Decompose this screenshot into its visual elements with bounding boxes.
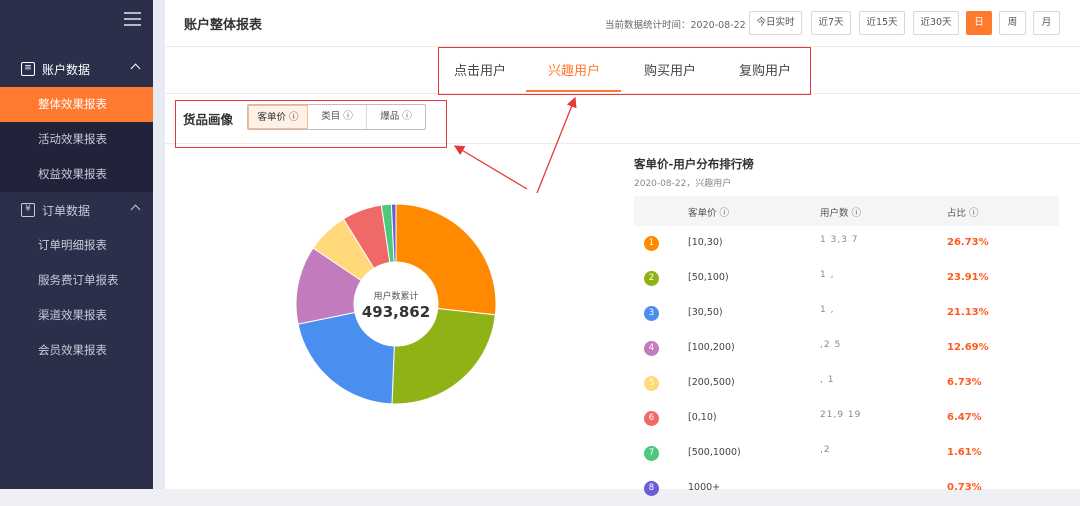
sidebar-item-overall[interactable]: 整体效果报表 (0, 87, 153, 122)
share-percent: 6.47% (947, 412, 982, 423)
price-range: [100,200) (688, 342, 735, 353)
price-range: 1000+ (688, 482, 721, 493)
share-percent: 12.69% (947, 342, 989, 353)
ranking-subtitle: 2020-08-22，兴趣用户 (634, 179, 732, 189)
share-percent: 6.73% (947, 377, 982, 388)
sidebar-item-channel[interactable]: 渠道效果报表 (0, 298, 153, 333)
rank-badge: 5 (644, 376, 659, 391)
share-percent: 21.13% (947, 307, 989, 318)
range-30d-button[interactable]: 近30天 (913, 11, 959, 35)
price-range: [0,10) (688, 412, 717, 423)
ranking-title: 客单价-用户分布排行榜 (634, 157, 754, 171)
share-percent: 26.73% (947, 237, 989, 248)
user-count: 1 , (820, 270, 835, 280)
sidebar-group-orders[interactable]: ¥ 订单数据 (0, 193, 153, 227)
annotation-box-tabs (438, 47, 811, 95)
table-row: 6 [0,10) 21,9 19 6.47% (634, 401, 1059, 436)
donut-slice-1[interactable] (391, 308, 496, 405)
price-range: [200,500) (688, 377, 735, 388)
sidebar: ≡ 账户数据 整体效果报表 活动效果报表 权益效果报表 ¥ 订单数据 订单明细报… (0, 0, 153, 489)
menu-toggle-icon[interactable] (124, 12, 141, 26)
top-bar: 账户整体报表 当前数据统计时间：2020-08-22 今日实时 近7天 近15天… (165, 0, 1080, 47)
donut-slice-2[interactable] (297, 311, 395, 405)
rank-badge: 6 (644, 411, 659, 426)
rank-badge: 4 (644, 341, 659, 356)
user-count: 1 3,3 7 (820, 235, 859, 245)
user-count: ,2 5 (820, 340, 842, 350)
column-header-price: 客单价 ⓘ (688, 208, 730, 219)
range-7d-button[interactable]: 近7天 (811, 11, 851, 35)
range-month-button[interactable]: 月 (1033, 11, 1060, 35)
table-row: 3 [30,50) 1 , 21.13% (634, 296, 1059, 331)
rank-badge: 7 (644, 446, 659, 461)
sidebar-item-service-fee[interactable]: 服务费订单报表 (0, 263, 153, 298)
page-title: 账户整体报表 (184, 18, 263, 33)
chevron-up-icon (130, 63, 141, 74)
yen-icon: ¥ (21, 203, 35, 217)
sidebar-group-label: 账户数据 (42, 62, 91, 77)
price-range: [50,100) (688, 272, 729, 283)
share-percent: 0.73% (947, 482, 982, 493)
table-row: 7 [500,1000) ,2 1.61% (634, 436, 1059, 471)
sidebar-item-member[interactable]: 会员效果报表 (0, 333, 153, 368)
column-header-users: 用户数 ⓘ (820, 208, 862, 219)
donut-center-label: 用户数累计 (373, 292, 419, 302)
user-count: 1 , (820, 305, 835, 315)
annotation-box-section (175, 100, 447, 148)
range-today-button[interactable]: 今日实时 (749, 11, 802, 35)
table-row: 2 [50,100) 1 , 23.91% (634, 261, 1059, 296)
stat-time: 当前数据统计时间：2020-08-22 (605, 20, 746, 31)
price-range: [500,1000) (688, 447, 741, 458)
sidebar-item-rights[interactable]: 权益效果报表 (0, 157, 153, 192)
user-count: ,2 (820, 445, 831, 455)
user-count: , 1 (820, 375, 835, 385)
table-row: 1 [10,30) 1 3,3 7 26.73% (634, 226, 1059, 261)
table-row: 4 [100,200) ,2 5 12.69% (634, 331, 1059, 366)
share-percent: 23.91% (947, 272, 989, 283)
user-count: 21,9 19 (820, 410, 862, 420)
donut-center-value: 493,862 (361, 303, 431, 321)
sidebar-item-activity[interactable]: 活动效果报表 (0, 122, 153, 157)
range-day-button[interactable]: 日 (966, 11, 992, 35)
column-header-share: 占比 ⓘ (947, 208, 979, 219)
report-icon: ≡ (21, 62, 35, 76)
range-15d-button[interactable]: 近15天 (859, 11, 905, 35)
rank-badge: 2 (644, 271, 659, 286)
ranking-table-header: 客单价 ⓘ 用户数 ⓘ 占比 ⓘ (634, 196, 1059, 226)
price-range: [10,30) (688, 237, 723, 248)
share-percent: 1.61% (947, 447, 982, 458)
range-week-button[interactable]: 周 (999, 11, 1026, 35)
donut-chart: 用户数累计 493,862 (295, 203, 497, 405)
sidebar-item-order-detail[interactable]: 订单明细报表 (0, 228, 153, 263)
rank-badge: 3 (644, 306, 659, 321)
chevron-up-icon (130, 204, 141, 215)
sidebar-group-label: 订单数据 (42, 203, 91, 218)
rank-badge: 1 (644, 236, 659, 251)
price-range: [30,50) (688, 307, 723, 318)
sidebar-group-account[interactable]: ≡ 账户数据 (0, 52, 153, 86)
table-row: 5 [200,500) , 1 6.73% (634, 366, 1059, 401)
